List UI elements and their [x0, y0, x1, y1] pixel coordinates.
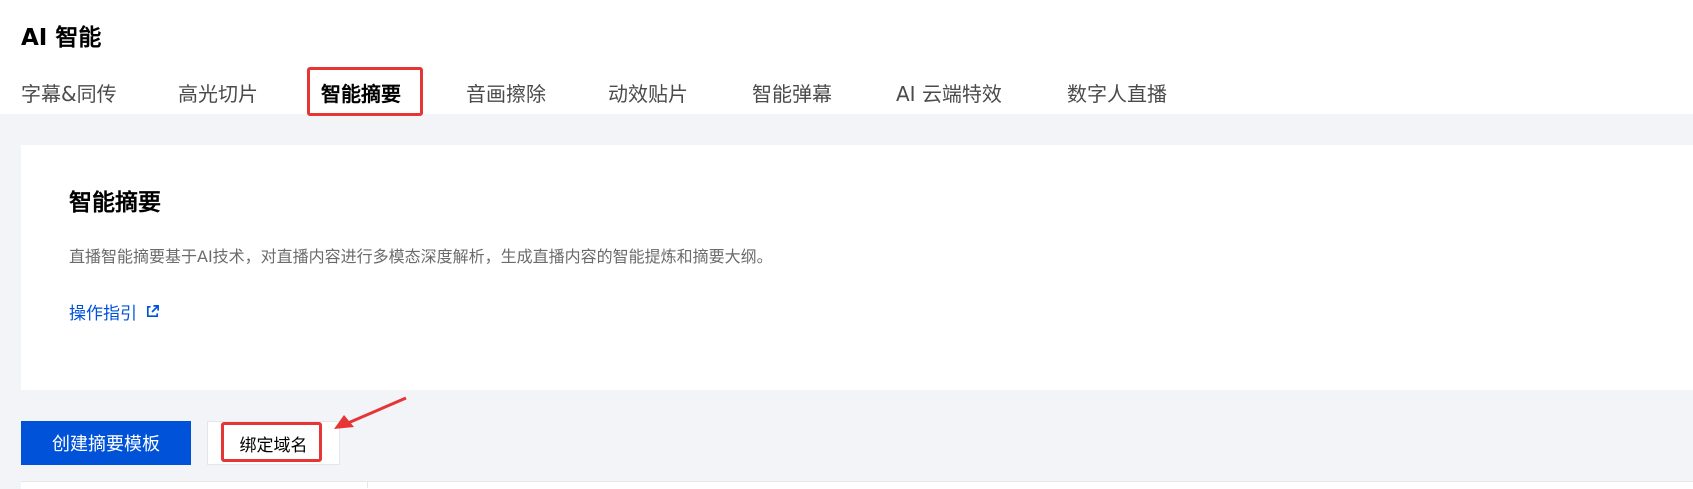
- page-title: AI 智能: [21, 25, 102, 51]
- guide-link-label: 操作指引: [69, 304, 137, 324]
- intro-description: 直播智能摘要基于AI技术，对直播内容进行多模态深度解析，生成直播内容的智能提炼和…: [69, 247, 773, 266]
- tab-smart-summary[interactable]: 智能摘要: [321, 78, 401, 107]
- tab-digital-human-live[interactable]: 数字人直播: [1067, 78, 1167, 107]
- tab-subtitles[interactable]: 字幕&同传: [21, 78, 117, 107]
- intro-title: 智能摘要: [69, 190, 161, 216]
- tab-audio-video-erase[interactable]: 音画擦除: [466, 78, 546, 107]
- red-arrow-icon: [334, 396, 407, 429]
- top-bar: AI 智能 字幕&同传 高光切片 智能摘要 音画擦除 动效贴片 智能弹幕 AI …: [0, 0, 1693, 114]
- tab-bar: 字幕&同传 高光切片 智能摘要 音画擦除 动效贴片 智能弹幕 AI 云端特效 数…: [0, 68, 1693, 114]
- table-column-divider: [367, 481, 368, 488]
- guide-link[interactable]: 操作指引: [69, 299, 160, 324]
- intro-card: 智能摘要 直播智能摘要基于AI技术，对直播内容进行多模态深度解析，生成直播内容的…: [21, 145, 1693, 390]
- create-summary-template-button[interactable]: 创建摘要模板: [21, 421, 191, 465]
- bind-domain-button[interactable]: 绑定域名: [207, 421, 340, 465]
- tab-motion-stickers[interactable]: 动效贴片: [608, 78, 688, 107]
- tab-highlight-clips[interactable]: 高光切片: [178, 78, 258, 107]
- external-link-icon: [146, 305, 159, 318]
- tab-smart-danmaku[interactable]: 智能弹幕: [752, 78, 832, 107]
- tab-ai-cloud-effects[interactable]: AI 云端特效: [896, 78, 1002, 107]
